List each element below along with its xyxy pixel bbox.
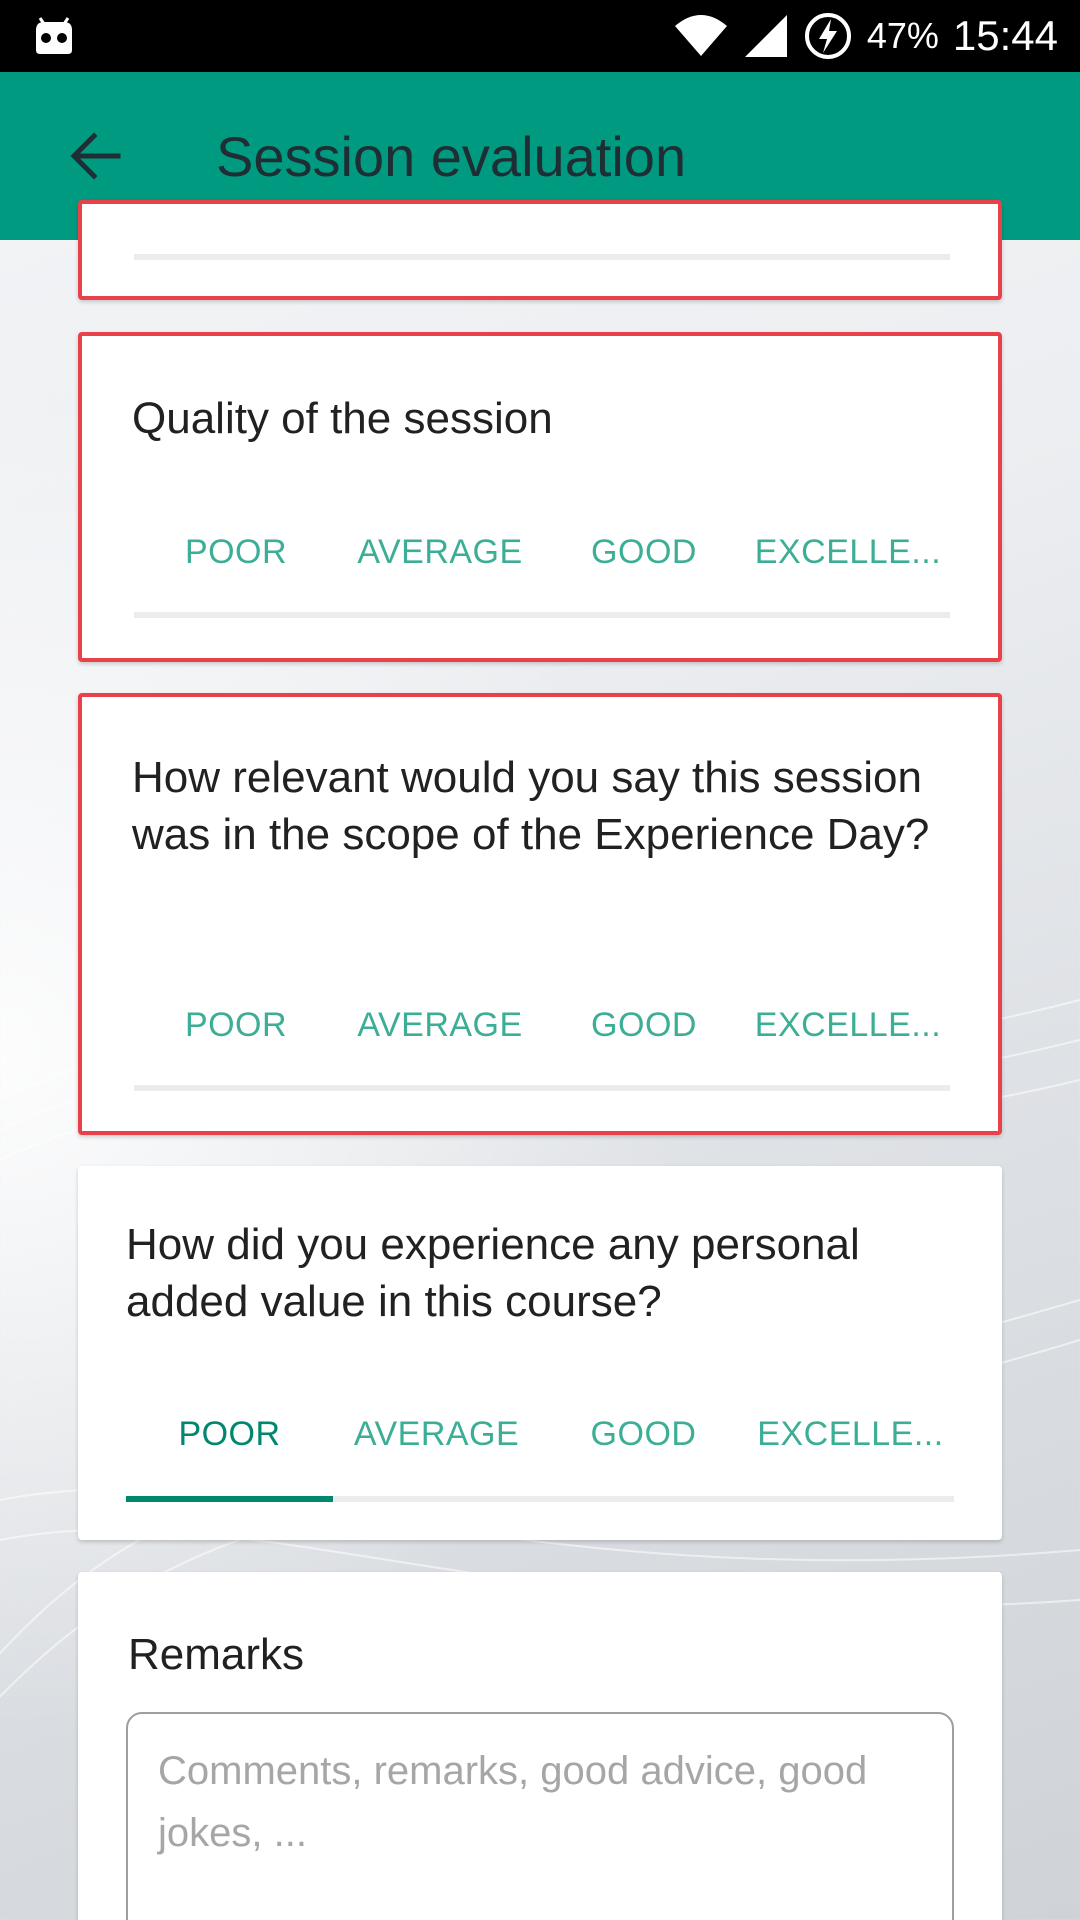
battery-percentage: 47% xyxy=(866,15,939,56)
rating-tab-good[interactable]: GOOD xyxy=(542,975,746,1075)
status-bar: 47% 15:44 xyxy=(0,0,1080,72)
wifi-icon xyxy=(674,15,727,56)
rating-tab-excellent[interactable]: EXCELLE... xyxy=(746,502,950,602)
rating-tab-excellent[interactable]: EXCELLE... xyxy=(747,1384,954,1484)
question-card: Quality of the session POOR AVERAGE GOOD… xyxy=(78,332,1002,662)
rating-tab-track xyxy=(134,254,950,260)
page-title: Session evaluation xyxy=(216,125,687,188)
question-text: Quality of the session xyxy=(132,394,553,443)
rating-tab-track xyxy=(126,1496,954,1502)
rating-tab-poor[interactable]: POOR xyxy=(126,1384,333,1484)
rating-tabs: POOR AVERAGE GOOD EXCELLE... xyxy=(134,502,950,602)
rating-tabs: POOR AVERAGE GOOD EXCELLE... xyxy=(126,1384,954,1484)
rating-tab-poor[interactable]: POOR xyxy=(134,975,338,1075)
rating-tab-average[interactable]: AVERAGE xyxy=(333,1384,540,1484)
cellular-signal-icon xyxy=(744,15,787,57)
question-card: How relevant would you say this session … xyxy=(78,693,1002,1135)
rating-tab-good[interactable]: GOOD xyxy=(542,502,746,602)
rating-tab-poor[interactable]: POOR xyxy=(134,502,338,602)
rating-tab-track xyxy=(134,1085,950,1091)
rating-tab-average[interactable]: AVERAGE xyxy=(338,975,542,1075)
battery-charging-icon xyxy=(804,13,851,59)
question-card: How did you experience any personal adde… xyxy=(78,1166,1002,1540)
question-text: How relevant would you say this session … xyxy=(132,753,930,859)
rating-tab-excellent[interactable]: EXCELLE... xyxy=(746,975,950,1075)
rating-tab-good[interactable]: GOOD xyxy=(540,1384,747,1484)
question-card xyxy=(78,200,1002,300)
remarks-card: Remarks xyxy=(78,1572,1002,1920)
remarks-label: Remarks xyxy=(128,1630,305,1679)
clock-time: 15:44 xyxy=(952,12,1058,59)
back-button[interactable] xyxy=(56,116,136,196)
rating-tab-average[interactable]: AVERAGE xyxy=(338,502,542,602)
selected-tab-indicator xyxy=(126,1496,333,1502)
rating-tab-track xyxy=(134,612,950,618)
arrow-left-icon xyxy=(70,132,121,180)
rating-tabs: POOR AVERAGE GOOD EXCELLE... xyxy=(134,975,950,1075)
remarks-textarea[interactable] xyxy=(126,1712,954,1920)
android-robot-icon xyxy=(36,17,72,54)
question-text: How did you experience any personal adde… xyxy=(126,1220,860,1326)
